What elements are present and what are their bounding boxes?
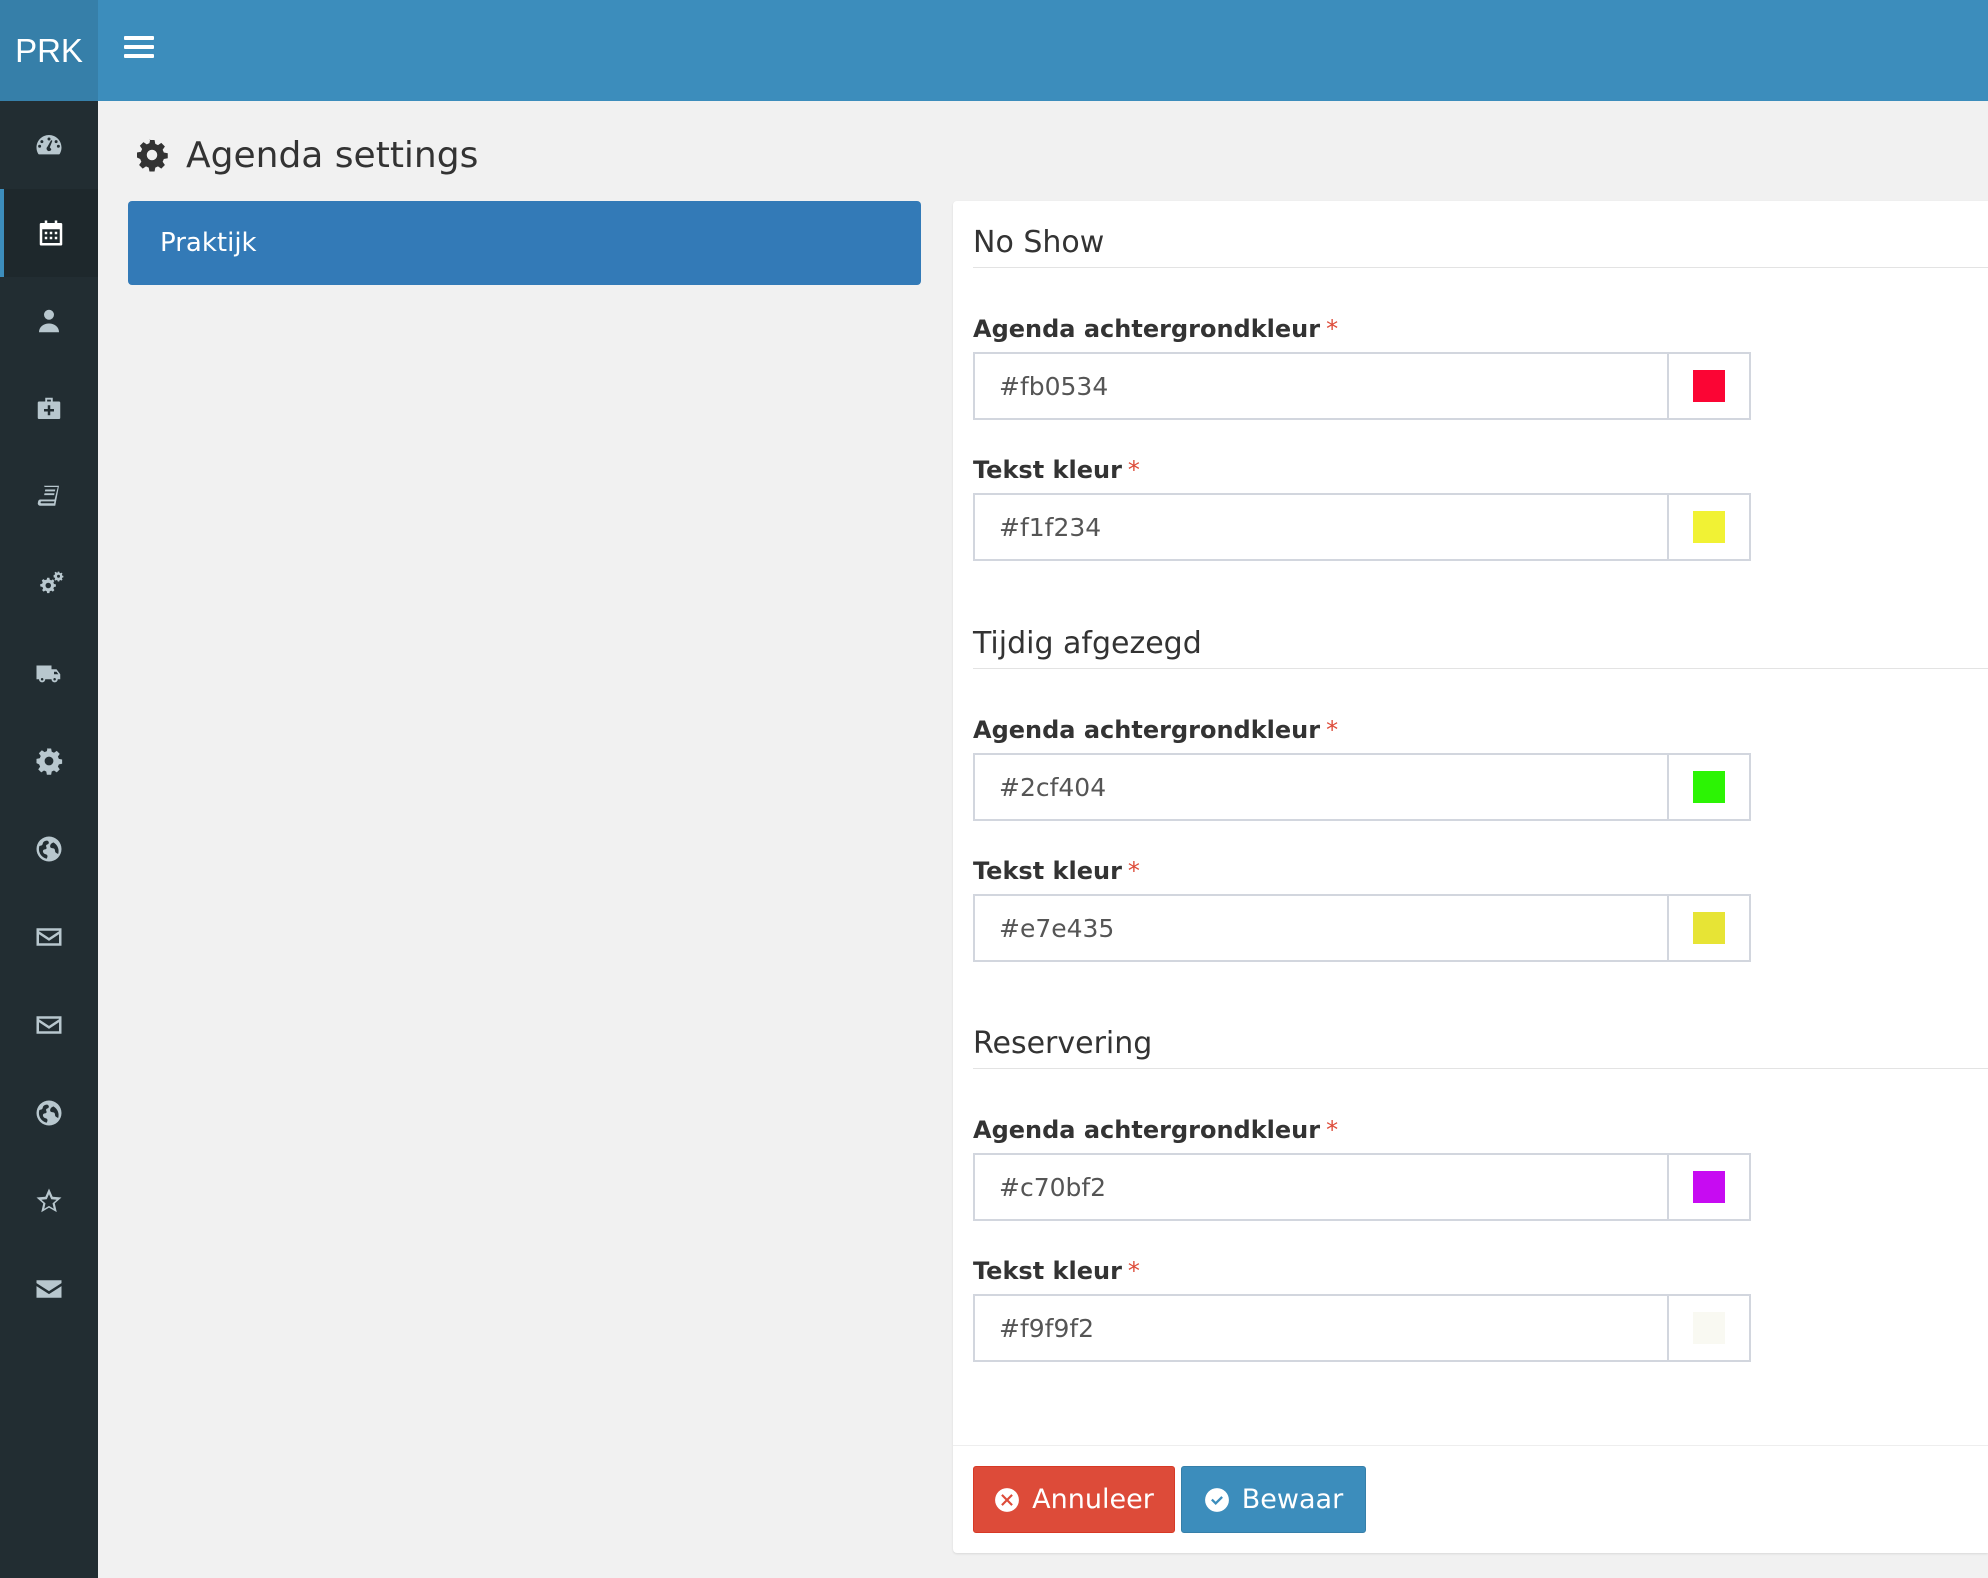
medkit-icon: [37, 397, 61, 419]
sidebar-item-users[interactable]: [0, 277, 98, 365]
cog-icon: [137, 139, 168, 172]
cog-icon: [36, 747, 63, 775]
envelope-outline-icon: [36, 1016, 62, 1034]
sidebar-item-settings-advanced[interactable]: [0, 541, 98, 629]
color-swatch: [1693, 1312, 1725, 1344]
required-marker: *: [1127, 857, 1140, 885]
color-picker-button[interactable]: [1667, 1155, 1749, 1219]
nav-item-praktijk[interactable]: Praktijk: [128, 201, 921, 285]
color-picker-button[interactable]: [1667, 896, 1749, 960]
field-label: Tekst kleur *: [973, 857, 1140, 885]
cancelled-background-color-input[interactable]: [975, 755, 1667, 819]
cancel-button[interactable]: Annuleer: [973, 1466, 1175, 1533]
sidebar-item-messages[interactable]: [0, 1245, 98, 1333]
color-swatch: [1693, 771, 1725, 803]
section-title-tijdig-afgezegd: Tijdig afgezegd: [973, 626, 1202, 661]
save-button[interactable]: Bewaar: [1181, 1466, 1366, 1533]
page-title: Agenda settings: [186, 134, 479, 176]
color-input-group: [973, 1294, 1751, 1362]
sidebar-item-settings[interactable]: [0, 717, 98, 805]
user-icon: [39, 309, 59, 333]
section-title-no-show: No Show: [973, 225, 1105, 260]
sidebar-item-mail-templates[interactable]: [0, 893, 98, 981]
reservation-background-color-input[interactable]: [975, 1155, 1667, 1219]
field-label: Tekst kleur *: [973, 456, 1140, 484]
sidebar-item-book[interactable]: [0, 453, 98, 541]
sidebar-item-mail[interactable]: [0, 981, 98, 1069]
sidebar-item-dashboard[interactable]: [0, 101, 98, 189]
page-header: Agenda settings: [134, 130, 478, 180]
sidebar-item-agenda[interactable]: [0, 189, 98, 277]
required-marker: *: [1127, 1257, 1140, 1285]
app-logo[interactable]: PRK: [0, 0, 98, 101]
sidebar-item-web[interactable]: [0, 1069, 98, 1157]
color-swatch: [1693, 912, 1725, 944]
color-input-group: [973, 493, 1751, 561]
globe-icon: [36, 1100, 62, 1126]
menu-toggle-icon[interactable]: [124, 36, 154, 64]
required-marker: *: [1326, 315, 1339, 343]
section-title-reservering: Reservering: [973, 1026, 1153, 1061]
color-swatch: [1693, 511, 1725, 543]
envelope-outline-icon: [36, 928, 62, 946]
field-label: Agenda achtergrondkleur *: [973, 716, 1339, 744]
color-picker-button[interactable]: [1667, 755, 1749, 819]
section-divider: [973, 1068, 1988, 1069]
required-marker: *: [1326, 716, 1339, 744]
field-label: Tekst kleur *: [973, 1257, 1140, 1285]
form-footer-divider: [953, 1445, 1988, 1446]
required-marker: *: [1127, 456, 1140, 484]
color-input-group: [973, 894, 1751, 962]
sidebar: [0, 101, 98, 1578]
cancelled-text-color-input[interactable]: [975, 896, 1667, 960]
sidebar-item-website[interactable]: [0, 805, 98, 893]
color-input-group: [973, 753, 1751, 821]
color-swatch: [1693, 1171, 1725, 1203]
color-picker-button[interactable]: [1667, 1296, 1749, 1360]
star-icon: [36, 1188, 62, 1213]
section-divider: [973, 267, 1988, 268]
field-label: Agenda achtergrondkleur *: [973, 1116, 1339, 1144]
required-marker: *: [1326, 1116, 1339, 1144]
color-input-group: [973, 352, 1751, 420]
book-icon: [37, 485, 59, 506]
color-swatch: [1693, 370, 1725, 402]
settings-form-panel: No Show Agenda achtergrondkleur* Tekst k…: [953, 201, 1988, 1553]
dashboard-icon: [36, 135, 62, 155]
cogs-icon: [40, 571, 64, 594]
save-button-label: Bewaar: [1241, 1484, 1344, 1515]
top-navbar: PRK: [0, 0, 1988, 101]
times-circle-icon: [995, 1487, 1020, 1512]
globe-icon: [36, 836, 62, 862]
field-label: Agenda achtergrondkleur *: [973, 315, 1339, 343]
check-circle-icon: [1204, 1487, 1229, 1512]
color-picker-button[interactable]: [1667, 354, 1749, 418]
no-show-text-color-input[interactable]: [975, 495, 1667, 559]
color-picker-button[interactable]: [1667, 495, 1749, 559]
truck-icon: [36, 665, 61, 683]
sidebar-item-favorites[interactable]: [0, 1157, 98, 1245]
reservation-text-color-input[interactable]: [975, 1296, 1667, 1360]
envelope-icon: [36, 1280, 62, 1298]
sidebar-item-medical[interactable]: [0, 365, 98, 453]
calendar-icon: [39, 220, 63, 246]
section-divider: [973, 668, 1988, 669]
sidebar-item-delivery[interactable]: [0, 629, 98, 717]
cancel-button-label: Annuleer: [1032, 1484, 1154, 1515]
no-show-background-color-input[interactable]: [975, 354, 1667, 418]
color-input-group: [973, 1153, 1751, 1221]
